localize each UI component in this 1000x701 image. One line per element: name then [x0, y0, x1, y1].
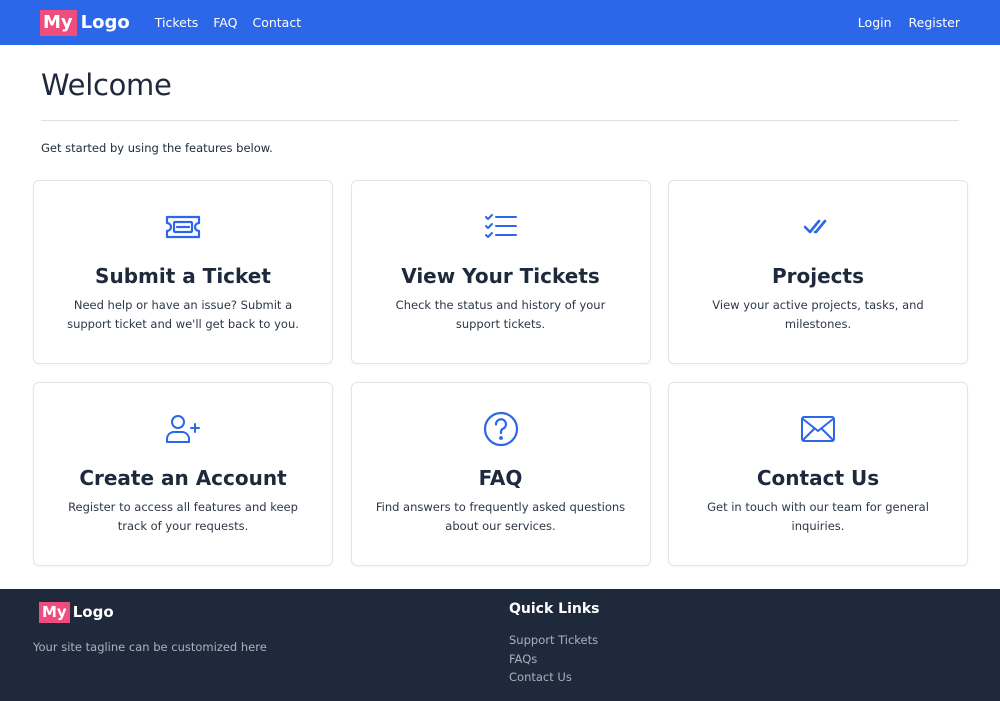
envelope-icon	[669, 412, 967, 446]
footer-logo[interactable]: My Logo	[39, 602, 114, 623]
logo-text: Logo	[80, 12, 130, 33]
card-description: Check the status and history of your sup…	[395, 298, 606, 331]
footer-link-support-tickets[interactable]: Support Tickets	[509, 631, 598, 650]
title-divider	[41, 120, 959, 121]
question-circle-icon	[352, 411, 650, 447]
logo-text: Logo	[72, 603, 114, 621]
auth-links: Login Register	[841, 15, 960, 30]
footer-tagline: Your site tagline can be customized here	[33, 640, 267, 654]
nav-faq-link[interactable]: FAQ	[213, 15, 237, 30]
card-description: Get in touch with our team for general i…	[707, 500, 929, 533]
intro-text: Get started by using the features below.	[41, 141, 273, 155]
card-create-account[interactable]: Create an Account Register to access all…	[33, 382, 333, 566]
quick-links-list: Support Tickets FAQs Contact Us	[509, 631, 598, 687]
card-description: Register to access all features and keep…	[68, 500, 298, 533]
card-submit-ticket[interactable]: Submit a Ticket Need help or have an iss…	[33, 180, 333, 364]
page-title: Welcome	[41, 68, 172, 102]
nav-contact-link[interactable]: Contact	[252, 15, 301, 30]
footer-link-faqs[interactable]: FAQs	[509, 650, 598, 669]
card-title: View Your Tickets	[401, 264, 600, 288]
site-footer: My Logo Your site tagline can be customi…	[0, 589, 1000, 701]
card-title: FAQ	[478, 466, 523, 490]
card-title: Create an Account	[79, 466, 287, 490]
top-navbar: My Logo Tickets FAQ Contact Login Regist…	[0, 0, 1000, 45]
nav-tickets-link[interactable]: Tickets	[155, 15, 199, 30]
card-title: Submit a Ticket	[95, 264, 271, 288]
double-check-icon	[669, 210, 967, 244]
card-view-tickets[interactable]: View Your Tickets Check the status and h…	[350, 180, 651, 364]
card-description: Find answers to frequently asked questio…	[375, 500, 626, 533]
register-link[interactable]: Register	[909, 15, 960, 30]
footer-link-contact-us[interactable]: Contact Us	[509, 668, 598, 687]
ticket-icon	[34, 210, 332, 244]
logo-my: My	[39, 602, 70, 623]
nav-links: Tickets FAQ Contact	[155, 15, 316, 30]
card-description: Need help or have an issue? Submit a sup…	[67, 298, 299, 331]
user-plus-icon	[34, 412, 332, 446]
site-logo[interactable]: My Logo	[40, 9, 130, 36]
card-title: Contact Us	[756, 466, 880, 490]
card-contact-us[interactable]: Contact Us Get in touch with our team fo…	[668, 382, 968, 566]
quick-links-title: Quick Links	[509, 601, 600, 617]
feature-cards: Submit a Ticket Need help or have an iss…	[33, 180, 968, 566]
logo-my: My	[40, 9, 77, 36]
list-check-icon	[352, 210, 650, 244]
card-description: View your active projects, tasks, and mi…	[712, 298, 924, 331]
login-link[interactable]: Login	[858, 15, 892, 30]
card-title: Projects	[771, 264, 864, 288]
card-faq[interactable]: FAQ Find answers to frequently asked que…	[350, 382, 651, 566]
card-projects[interactable]: Projects View your active projects, task…	[668, 180, 968, 364]
